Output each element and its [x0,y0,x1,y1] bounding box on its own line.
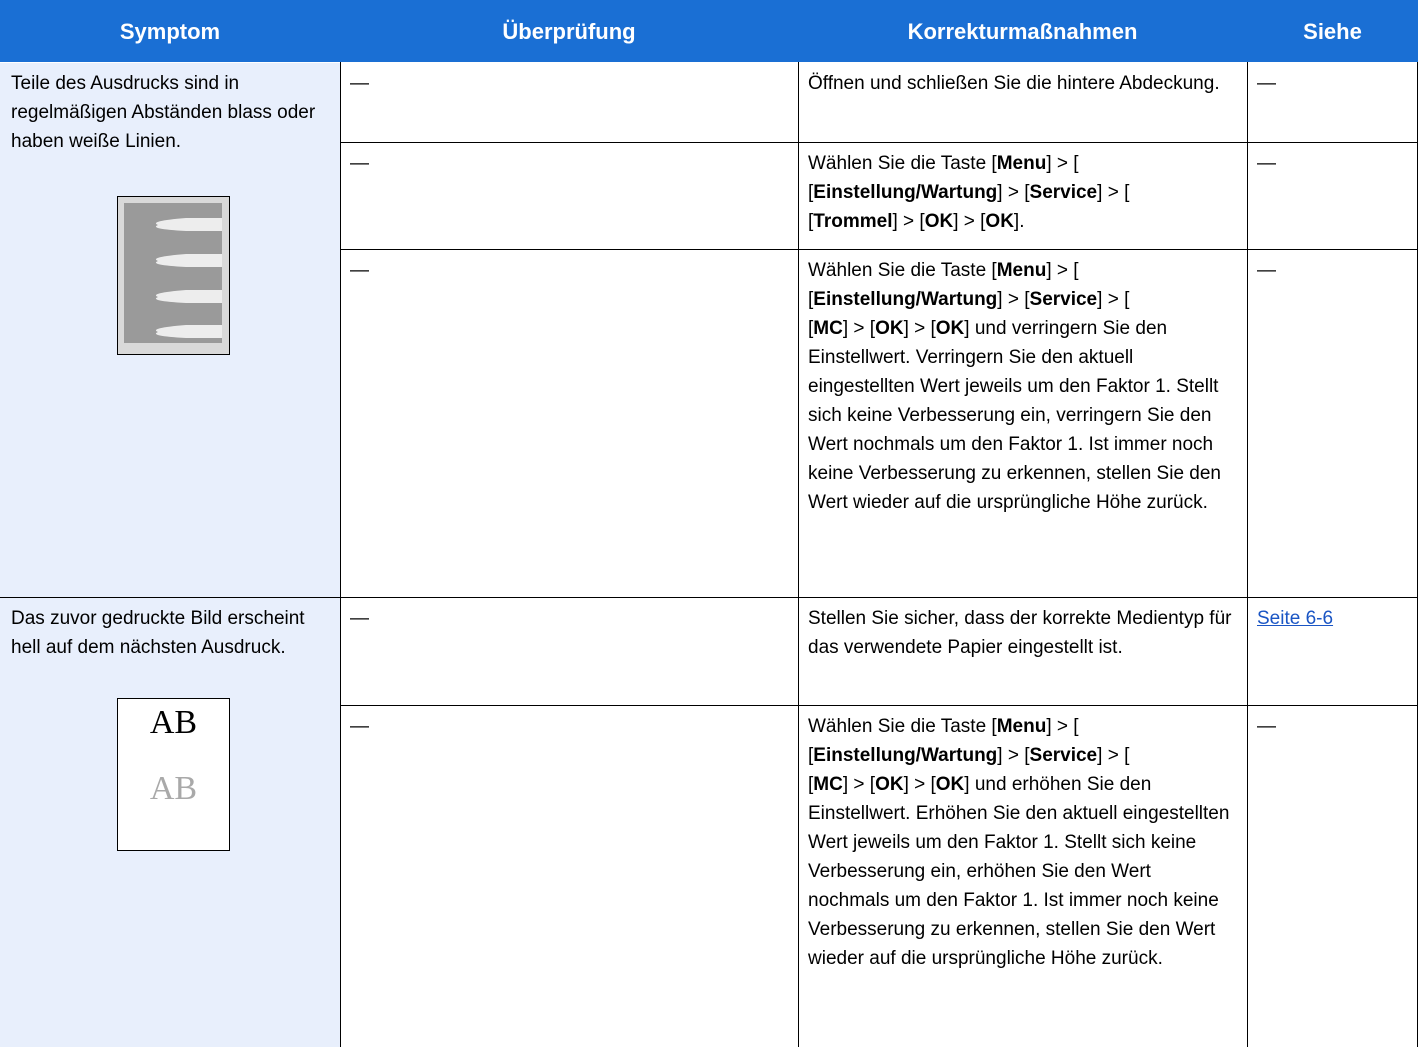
symptom-text: Teile des Ausdrucks sind in regelmäßigen… [11,73,316,152]
check-cell: — [350,153,369,174]
key-label: OK [985,211,1014,232]
text-run: ] > [ [1097,289,1130,310]
text-run: ] > [ [997,182,1030,203]
ghost-image-sample-icon: AB AB [117,698,230,851]
page-reference-link[interactable]: Seite 6-6 [1257,608,1333,629]
see-cell: — [1257,260,1276,281]
header-check-label: Überprüfung [502,18,636,44]
faded-line-2 [155,254,222,267]
see-cell: Seite 6-6 [1248,598,1418,705]
action-cell: Wählen Sie die Taste [Menu] > [[Einstell… [808,260,1221,513]
key-label: Menu [996,716,1047,737]
text-run: ] > [ [892,211,925,232]
text-run: ] > [ [1097,745,1130,766]
symptom-cell-faded-lines: Teile des Ausdrucks sind in regelmäßigen… [0,63,340,597]
row-divider [340,142,1418,143]
text-run: Wählen Sie die Taste [ [808,716,997,737]
header-symptom: Symptom [0,0,340,62]
faded-lines-sample-icon [117,196,230,355]
troubleshooting-table: Symptom Überprüfung Korrekturmaßnahmen S… [0,0,1418,1047]
key-label: Service [1029,182,1098,203]
check-cell: — [350,260,369,281]
text-run: ] > [ [953,211,986,232]
see-cell: — [1257,716,1276,737]
faded-line-4 [155,325,222,338]
column-divider [340,62,341,1047]
column-divider [798,62,799,1047]
text-run: Wählen Sie die Taste [ [808,260,997,281]
text-run: ] > [ [1046,153,1079,174]
header-action: Korrekturmaßnahmen [798,0,1247,62]
action-cell: Wählen Sie die Taste [Menu] > [[Einstell… [808,716,1230,969]
key-label: OK [875,774,904,795]
text-run: ] und verringern Sie den Einstellwert. V… [808,318,1221,513]
key-label: Service [1029,289,1098,310]
see-cell: — [1257,153,1276,174]
text-run: ] > [ [842,774,876,795]
see-cell: — [1257,73,1276,94]
key-label: Einstellung/Wartung [813,289,998,310]
text-run: ] > [ [1046,716,1079,737]
header-symptom-label: Symptom [119,18,221,44]
action-cell: Öffnen und schließen Sie die hintere Abd… [808,73,1220,94]
column-divider [1247,62,1248,1047]
row-divider [0,597,1418,598]
check-cell: — [350,716,369,737]
header-check: Überprüfung [340,0,798,62]
header-see: Siehe [1247,0,1418,62]
text-run: ] > [ [903,774,936,795]
faded-line-3 [155,290,222,303]
check-cell: — [350,73,369,94]
row-divider [340,249,1418,250]
key-label: Service [1029,745,1098,766]
faded-line-1 [155,218,222,231]
text-run: Wählen Sie die Taste [ [808,153,997,174]
text-run: ] > [ [997,289,1030,310]
text-run: ] und erhöhen Sie den Einstellwert. Erhö… [808,774,1230,969]
header-action-label: Korrekturmaßnahmen [907,18,1138,44]
text-run: ] > [ [842,318,876,339]
key-label: Einstellung/Wartung [813,745,998,766]
text-run: ] > [ [903,318,936,339]
symptom-cell-ghost-image: Das zuvor gedruckte Bild erscheint hell … [0,598,340,1047]
text-run: ] > [ [1097,182,1130,203]
ghost-sample-original-text: AB [149,704,198,741]
action-cell: Wählen Sie die Taste [Menu] > [[Einstell… [808,153,1130,232]
text-run: ] > [ [997,745,1030,766]
text-run: ]. [1013,211,1025,232]
key-label: Menu [996,153,1047,174]
key-label: MC [813,774,843,795]
check-cell: — [350,608,369,629]
key-label: OK [875,318,904,339]
ghost-sample-faint-text: AB [149,770,198,807]
key-label: OK [935,774,965,795]
row-divider [340,705,1418,706]
key-label: Trommel [813,211,893,232]
text-run: ] > [ [1046,260,1079,281]
key-label: MC [813,318,843,339]
key-label: Einstellung/Wartung [813,182,998,203]
key-label: OK [924,211,954,232]
symptom-text: Das zuvor gedruckte Bild erscheint hell … [11,608,305,658]
action-cell: Stellen Sie sicher, dass der korrekte Me… [808,608,1232,658]
faded-lines-streaks [155,218,222,338]
header-see-label: Siehe [1303,18,1362,44]
key-label: OK [935,318,965,339]
key-label: Menu [996,260,1047,281]
